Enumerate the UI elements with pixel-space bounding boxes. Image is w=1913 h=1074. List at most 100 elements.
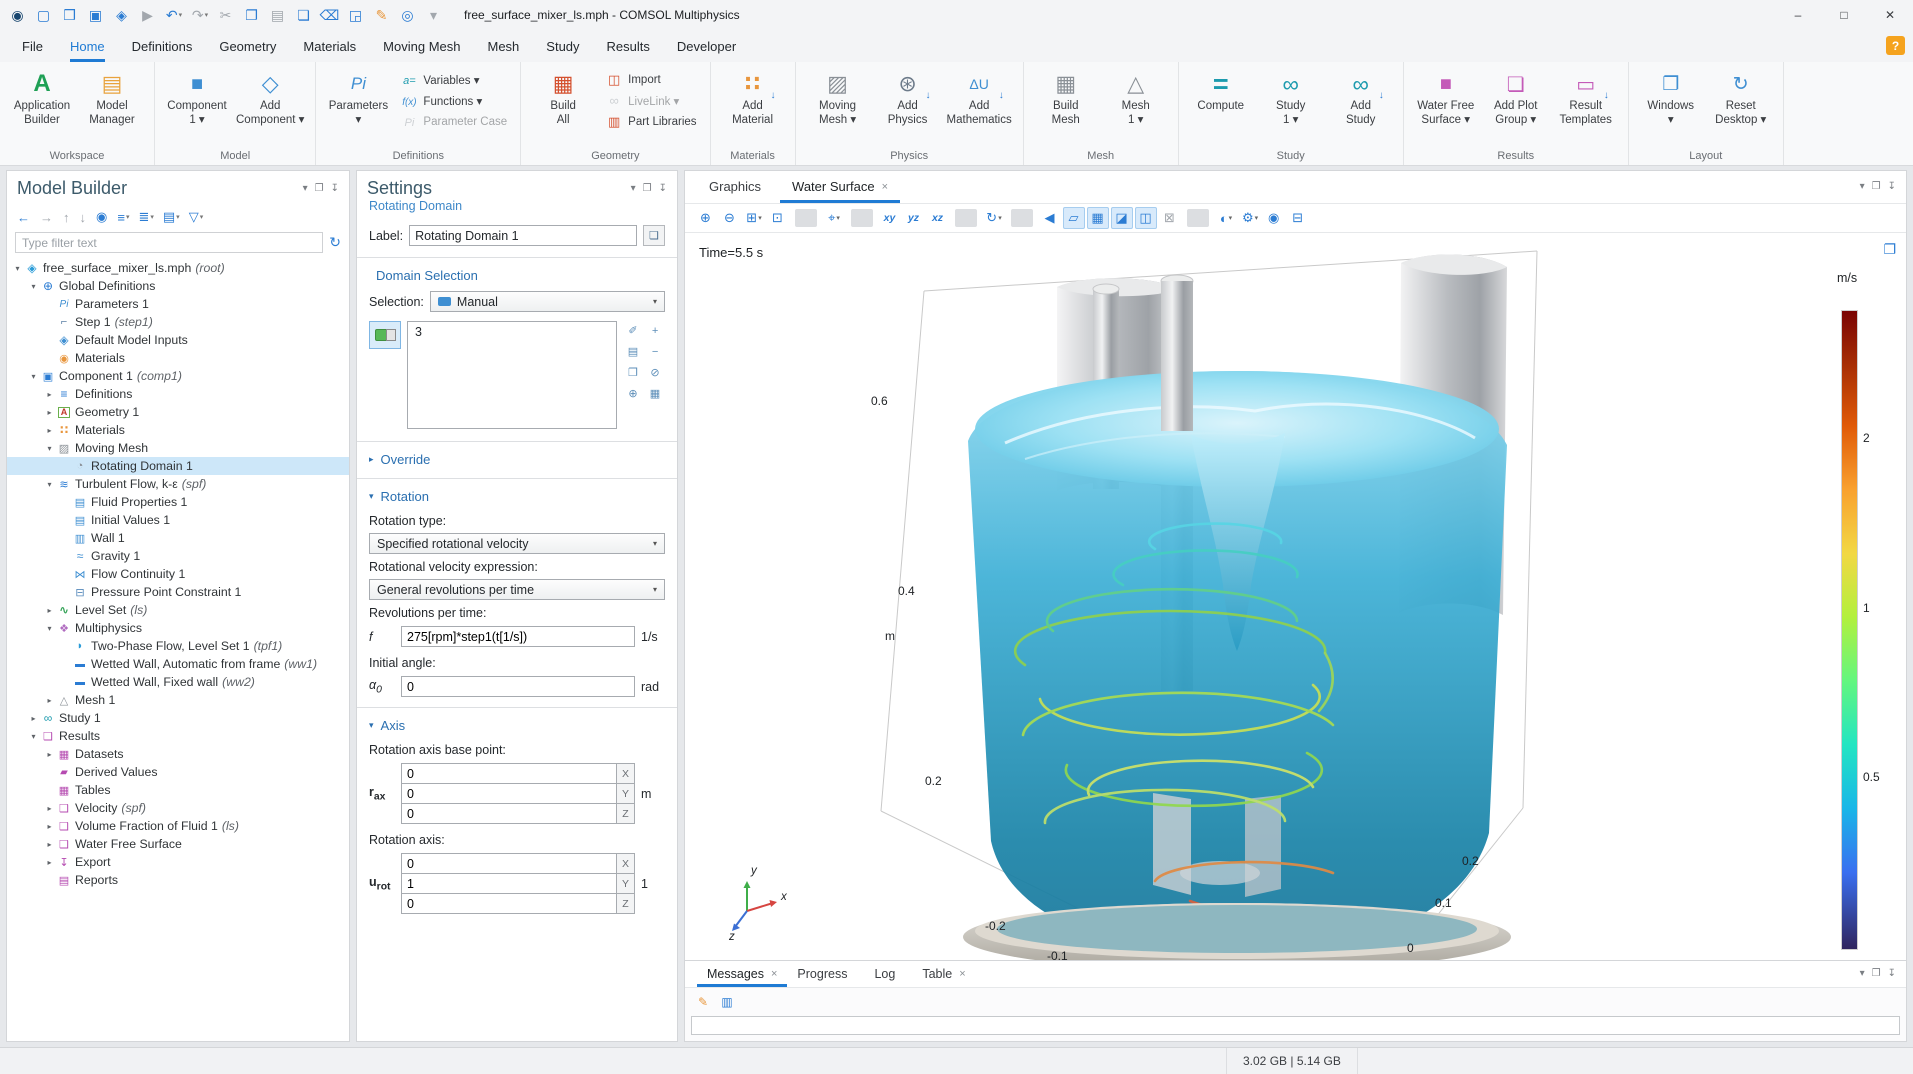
new-file-icon[interactable]: ▢ xyxy=(32,3,56,27)
tree-item[interactable]: ▾ Global Definitions xyxy=(7,277,349,295)
tree-expander-icon[interactable]: ▸ xyxy=(43,426,56,435)
tree-expander-icon[interactable]: ▸ xyxy=(43,606,56,615)
collapse-all-icon[interactable]: ≡▾ xyxy=(117,210,129,225)
tree-item[interactable]: Wall 1 xyxy=(7,529,349,547)
build-mesh-button[interactable]: Build Mesh xyxy=(1031,65,1101,148)
rename-button[interactable]: ❏ xyxy=(643,225,665,246)
tab-file[interactable]: File xyxy=(22,30,43,62)
lock-view-icon[interactable]: ⊠ xyxy=(1159,207,1181,229)
selection-wand-icon[interactable]: ✐ xyxy=(623,321,643,340)
pin-panel-icon[interactable]: ↧ xyxy=(659,183,667,194)
show-selection-icon[interactable]: ◫ xyxy=(1135,207,1157,229)
tab-developer[interactable]: Developer xyxy=(677,30,736,62)
add-component-button[interactable]: Add Component ▾ xyxy=(232,65,308,148)
show-material-color-icon[interactable]: ◪ xyxy=(1111,207,1133,229)
filter-icon[interactable]: ▽▾ xyxy=(189,209,204,225)
cut-icon[interactable]: ✂ xyxy=(214,3,238,27)
add-material-button[interactable]: Add Material xyxy=(718,65,788,148)
model-manager-button[interactable]: Model Manager xyxy=(77,65,147,148)
tab-messages[interactable]: Messages × xyxy=(697,967,787,987)
windows-button[interactable]: Windows ▾ xyxy=(1636,65,1706,148)
tree-item[interactable]: Fluid Properties 1 xyxy=(7,493,349,511)
tab-materials[interactable]: Materials xyxy=(303,30,356,62)
scene-light-icon[interactable]: ◀ xyxy=(1039,207,1061,229)
tree-expander-icon[interactable]: ▸ xyxy=(27,714,40,723)
tree-item[interactable]: Reports xyxy=(7,871,349,889)
add-plot-group-button[interactable]: Add Plot Group ▾ xyxy=(1481,65,1551,148)
default-view-icon[interactable]: ⌖▾ xyxy=(823,207,845,229)
tree-item[interactable]: ▸ Velocity (spf) xyxy=(7,799,349,817)
tree-item[interactable]: Materials xyxy=(7,349,349,367)
tree-expander-icon[interactable]: ▾ xyxy=(43,624,56,633)
part-libraries-button[interactable]: Part Libraries xyxy=(598,111,702,132)
print-icon[interactable]: ⊟ xyxy=(1287,207,1309,229)
tree-item[interactable]: Gravity 1 xyxy=(7,547,349,565)
node-view-icon[interactable]: ▤▾ xyxy=(163,209,180,225)
clear-selection-icon[interactable]: ⊘ xyxy=(645,363,665,382)
tree-item[interactable]: Parameters 1 xyxy=(7,295,349,313)
reset-desktop-button[interactable]: Reset Desktop ▾ xyxy=(1706,65,1776,148)
view-xz-icon[interactable]: xz xyxy=(927,207,949,229)
moving-mesh-button[interactable]: Moving Mesh ▾ xyxy=(803,65,873,148)
base-point-y-input[interactable] xyxy=(401,783,617,804)
rotation-axis-y-input[interactable] xyxy=(401,873,617,894)
plot-popout-icon[interactable]: ❐ xyxy=(1883,241,1896,258)
zoom-out-icon[interactable]: ⊖ xyxy=(719,207,741,229)
close-icon[interactable]: × xyxy=(959,968,965,980)
tab-graphics[interactable]: Graphics xyxy=(697,179,780,203)
save-as-icon[interactable]: ◈ xyxy=(110,3,134,27)
livelink-button[interactable]: LiveLink ▾ xyxy=(598,90,702,111)
tree-expander-icon[interactable]: ▸ xyxy=(43,390,56,399)
run-icon[interactable]: ▶ xyxy=(136,3,160,27)
help-button[interactable]: ? xyxy=(1886,36,1905,55)
study-1-button[interactable]: Study 1 ▾ xyxy=(1256,65,1326,148)
copy-icon[interactable]: ❐ xyxy=(240,3,264,27)
component-1-button[interactable]: Component 1 ▾ xyxy=(162,65,232,148)
tree-item[interactable]: Rotating Domain 1 xyxy=(7,457,349,475)
water-free-surface-button[interactable]: Water Free Surface ▾ xyxy=(1411,65,1481,148)
select-icon[interactable]: ◲ xyxy=(344,3,368,27)
refresh-icon[interactable]: ↻ xyxy=(329,234,341,251)
revolutions-input[interactable] xyxy=(401,626,635,647)
functions-button[interactable]: Functions ▾ xyxy=(393,90,513,111)
float-panel-icon[interactable]: ❐ xyxy=(643,183,652,194)
tree-item[interactable]: Step 1 (step1) xyxy=(7,313,349,331)
view-xy-icon[interactable]: xy xyxy=(879,207,901,229)
tree-item[interactable]: ▾ Results xyxy=(7,727,349,745)
pin-panel-icon[interactable]: ↧ xyxy=(331,183,339,194)
graphics-settings-icon[interactable]: ⚙▾ xyxy=(1239,207,1261,229)
tree-item[interactable]: ▾ Component 1 (comp1) xyxy=(7,367,349,385)
tab-table[interactable]: Table × xyxy=(912,967,975,987)
open-icon[interactable]: ❒ xyxy=(58,3,82,27)
tree-expander-icon[interactable]: ▾ xyxy=(27,372,40,381)
paste-selection-icon[interactable]: ▤ xyxy=(623,342,643,361)
build-all-button[interactable]: Build All xyxy=(528,65,598,148)
nav-back-icon[interactable]: ← xyxy=(17,210,31,225)
maximize-button[interactable]: □ xyxy=(1821,0,1867,30)
tree-item[interactable]: ▸ Level Set (ls) xyxy=(7,601,349,619)
tree-item[interactable]: ▸ Mesh 1 xyxy=(7,691,349,709)
float-panel-icon[interactable]: ❐ xyxy=(315,183,324,194)
mesh-1-button[interactable]: Mesh 1 ▾ xyxy=(1101,65,1171,148)
undo-icon[interactable]: ↶▾ xyxy=(162,3,186,27)
tab-mesh[interactable]: Mesh xyxy=(487,30,519,62)
minimize-button[interactable]: – xyxy=(1775,0,1821,30)
tree-item[interactable]: Tables xyxy=(7,781,349,799)
override-section[interactable]: ▸ Override xyxy=(357,444,677,471)
variables-button[interactable]: Variables ▾ xyxy=(393,69,513,90)
zoom-to-selection-icon[interactable]: ⊕ xyxy=(623,384,643,403)
tree-expander-icon[interactable]: ▸ xyxy=(43,408,56,417)
close-icon[interactable]: × xyxy=(771,968,777,980)
tab-moving-mesh[interactable]: Moving Mesh xyxy=(383,30,460,62)
compute-button[interactable]: Compute xyxy=(1186,65,1256,148)
delete-icon[interactable]: ⌫ xyxy=(318,3,342,27)
tab-water-surface[interactable]: Water Surface × xyxy=(780,179,900,203)
nav-forward-icon[interactable]: → xyxy=(40,210,54,225)
filter-input[interactable] xyxy=(15,232,323,253)
collapse-panel-icon[interactable]: ▾ xyxy=(303,183,308,194)
tree-item[interactable]: Wetted Wall, Fixed wall (ww2) xyxy=(7,673,349,691)
tree-expander-icon[interactable]: ▸ xyxy=(43,822,56,831)
tree-expander-icon[interactable]: ▸ xyxy=(43,840,56,849)
tree-item[interactable]: Derived Values xyxy=(7,763,349,781)
tree-item[interactable]: ▸ Materials xyxy=(7,421,349,439)
